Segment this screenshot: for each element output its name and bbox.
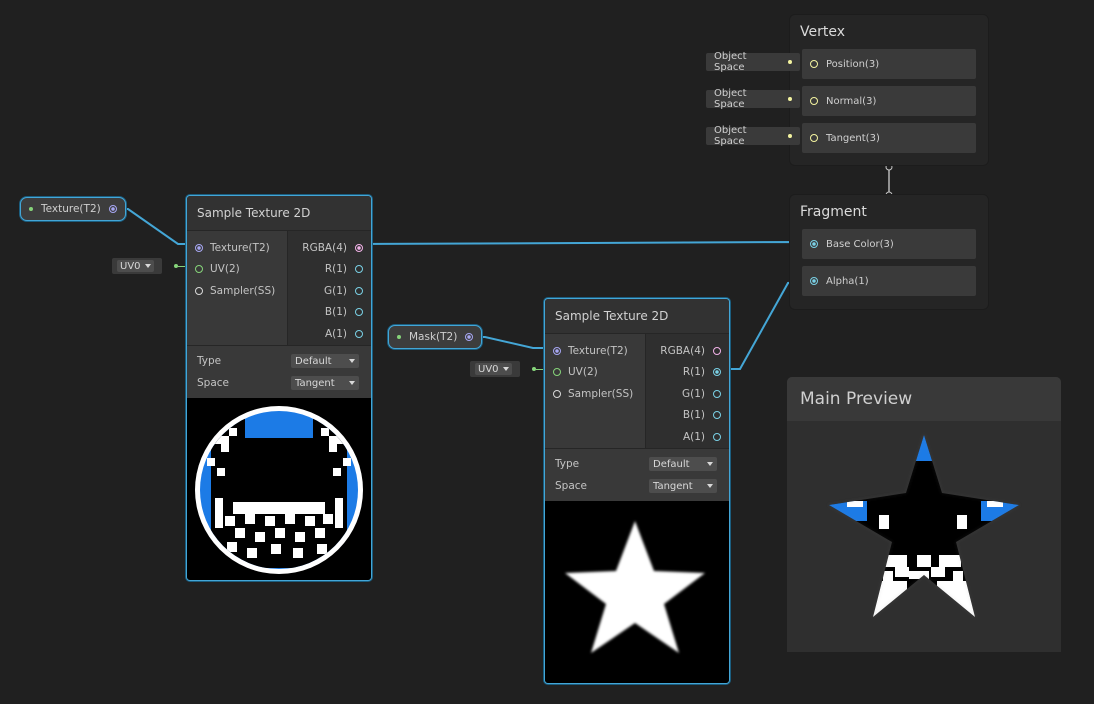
chevron-down-icon [144, 264, 151, 268]
chevron-down-icon [349, 359, 355, 363]
preview-star-render [828, 433, 1020, 618]
rgba-port-icon[interactable] [713, 346, 721, 355]
type-property: Type Default [545, 453, 729, 475]
texture-preview [187, 398, 371, 580]
output-port-r[interactable]: R(1) [288, 259, 371, 281]
chevron-down-icon [502, 367, 509, 371]
fragment-block-alpha[interactable]: Alpha(1) [802, 266, 976, 296]
a-port-icon[interactable] [355, 329, 363, 338]
alpha-port-icon[interactable] [810, 277, 818, 285]
pixel-cat-texture-image [195, 406, 363, 574]
input-port-texture[interactable]: Texture(T2) [187, 237, 287, 259]
main-preview-viewport[interactable] [787, 421, 1061, 652]
output-port-b[interactable]: B(1) [646, 405, 729, 427]
texture-output-port-icon[interactable] [108, 205, 117, 213]
g-port-icon[interactable] [713, 389, 721, 398]
wire-texture-to-sample1 [118, 208, 196, 245]
space-property: Space Tangent [545, 475, 729, 497]
mask-property-label: Mask(T2) [409, 331, 458, 343]
texture-property-label: Texture(T2) [41, 203, 101, 215]
main-preview-title: Main Preview [787, 377, 1061, 421]
input-port-texture[interactable]: Texture(T2) [545, 340, 645, 362]
tangent-space-field[interactable]: Object Space [706, 125, 800, 147]
vertex-title: Vertex [800, 24, 846, 40]
chevron-down-icon [707, 462, 713, 466]
fragment-title: Fragment [800, 204, 867, 220]
normal-space-field[interactable]: Object Space [706, 88, 800, 110]
type-property: Type Default [187, 350, 371, 372]
input-port-uv[interactable]: UV(2) [545, 362, 645, 384]
uv-channel-dropdown-2[interactable]: UV0 [475, 363, 512, 375]
output-port-a[interactable]: A(1) [288, 323, 371, 345]
input-port-uv[interactable]: UV(2) [187, 259, 287, 281]
vertex-block-position[interactable]: Position(3) [802, 49, 976, 79]
type-dropdown[interactable]: Default [291, 354, 359, 368]
vertex-block-normal[interactable]: Normal(3) [802, 86, 976, 116]
space-property: Space Tangent [187, 372, 371, 394]
b-port-icon[interactable] [713, 411, 721, 420]
connector-icon [788, 60, 792, 64]
texture-property-node[interactable]: Texture(T2) [20, 197, 126, 221]
output-port-g[interactable]: G(1) [288, 280, 371, 302]
output-port-r[interactable]: R(1) [646, 362, 729, 384]
r-port-icon[interactable] [713, 368, 721, 377]
output-port-g[interactable]: G(1) [646, 383, 729, 405]
connector-icon [788, 134, 792, 138]
uv-input-field-1[interactable]: UV0 [112, 258, 192, 274]
sampler-port-icon[interactable] [195, 286, 203, 295]
space-dropdown[interactable]: Tangent [291, 376, 359, 390]
mask-output-port-icon[interactable] [465, 333, 474, 341]
fragment-context[interactable]: Fragment Base Color(3) Alpha(1) [789, 194, 989, 310]
wire-rgba-to-basecolor [357, 240, 813, 245]
output-port-b[interactable]: B(1) [288, 302, 371, 324]
node-title: Sample Texture 2D [187, 196, 371, 231]
position-space-field[interactable]: Object Space [706, 51, 800, 73]
chevron-down-icon [707, 484, 713, 488]
uv-port-icon[interactable] [553, 368, 561, 377]
a-port-icon[interactable] [713, 432, 721, 441]
output-port-rgba[interactable]: RGBA(4) [646, 340, 729, 362]
g-port-icon[interactable] [355, 286, 363, 295]
mask-preview [545, 501, 729, 683]
texture-port-icon[interactable] [553, 346, 561, 355]
connector-icon [788, 97, 792, 101]
b-port-icon[interactable] [355, 308, 363, 317]
base-color-port-icon[interactable] [810, 240, 818, 248]
normal-port-icon[interactable] [810, 97, 818, 105]
node-title: Sample Texture 2D [545, 299, 729, 334]
sample-texture-2d-node-1[interactable]: Sample Texture 2D Texture(T2) UV(2) Samp… [186, 195, 372, 581]
uv-channel-value-2: UV0 [478, 363, 499, 375]
sampler-port-icon[interactable] [553, 389, 561, 398]
uv-channel-dropdown-1[interactable]: UV0 [117, 260, 154, 272]
property-indicator-icon [29, 207, 33, 211]
vertex-context[interactable]: Vertex Position(3) Normal(3) Tangent(3) [789, 14, 989, 166]
tangent-port-icon[interactable] [810, 134, 818, 142]
fragment-block-base-color[interactable]: Base Color(3) [802, 229, 976, 259]
position-port-icon[interactable] [810, 60, 818, 68]
mask-property-node[interactable]: Mask(T2) [388, 325, 482, 349]
rgba-port-icon[interactable] [355, 243, 363, 252]
main-preview-panel[interactable]: Main Preview [787, 377, 1061, 652]
type-dropdown[interactable]: Default [649, 457, 717, 471]
texture-port-icon[interactable] [195, 243, 203, 252]
uv-channel-value-1: UV0 [120, 260, 141, 272]
output-port-a[interactable]: A(1) [646, 426, 729, 448]
uv-input-field-2[interactable]: UV0 [470, 361, 550, 377]
uv-port-icon[interactable] [195, 265, 203, 274]
chevron-down-icon [349, 381, 355, 385]
space-dropdown[interactable]: Tangent [649, 479, 717, 493]
r-port-icon[interactable] [355, 265, 363, 274]
output-port-rgba[interactable]: RGBA(4) [288, 237, 371, 259]
input-port-sampler[interactable]: Sampler(SS) [545, 383, 645, 405]
input-port-sampler[interactable]: Sampler(SS) [187, 280, 287, 302]
vertex-block-tangent[interactable]: Tangent(3) [802, 123, 976, 153]
star-mask-image [565, 521, 705, 653]
sample-texture-2d-node-2[interactable]: Sample Texture 2D Texture(T2) UV(2) Samp… [544, 298, 730, 684]
property-indicator-icon [397, 335, 401, 339]
